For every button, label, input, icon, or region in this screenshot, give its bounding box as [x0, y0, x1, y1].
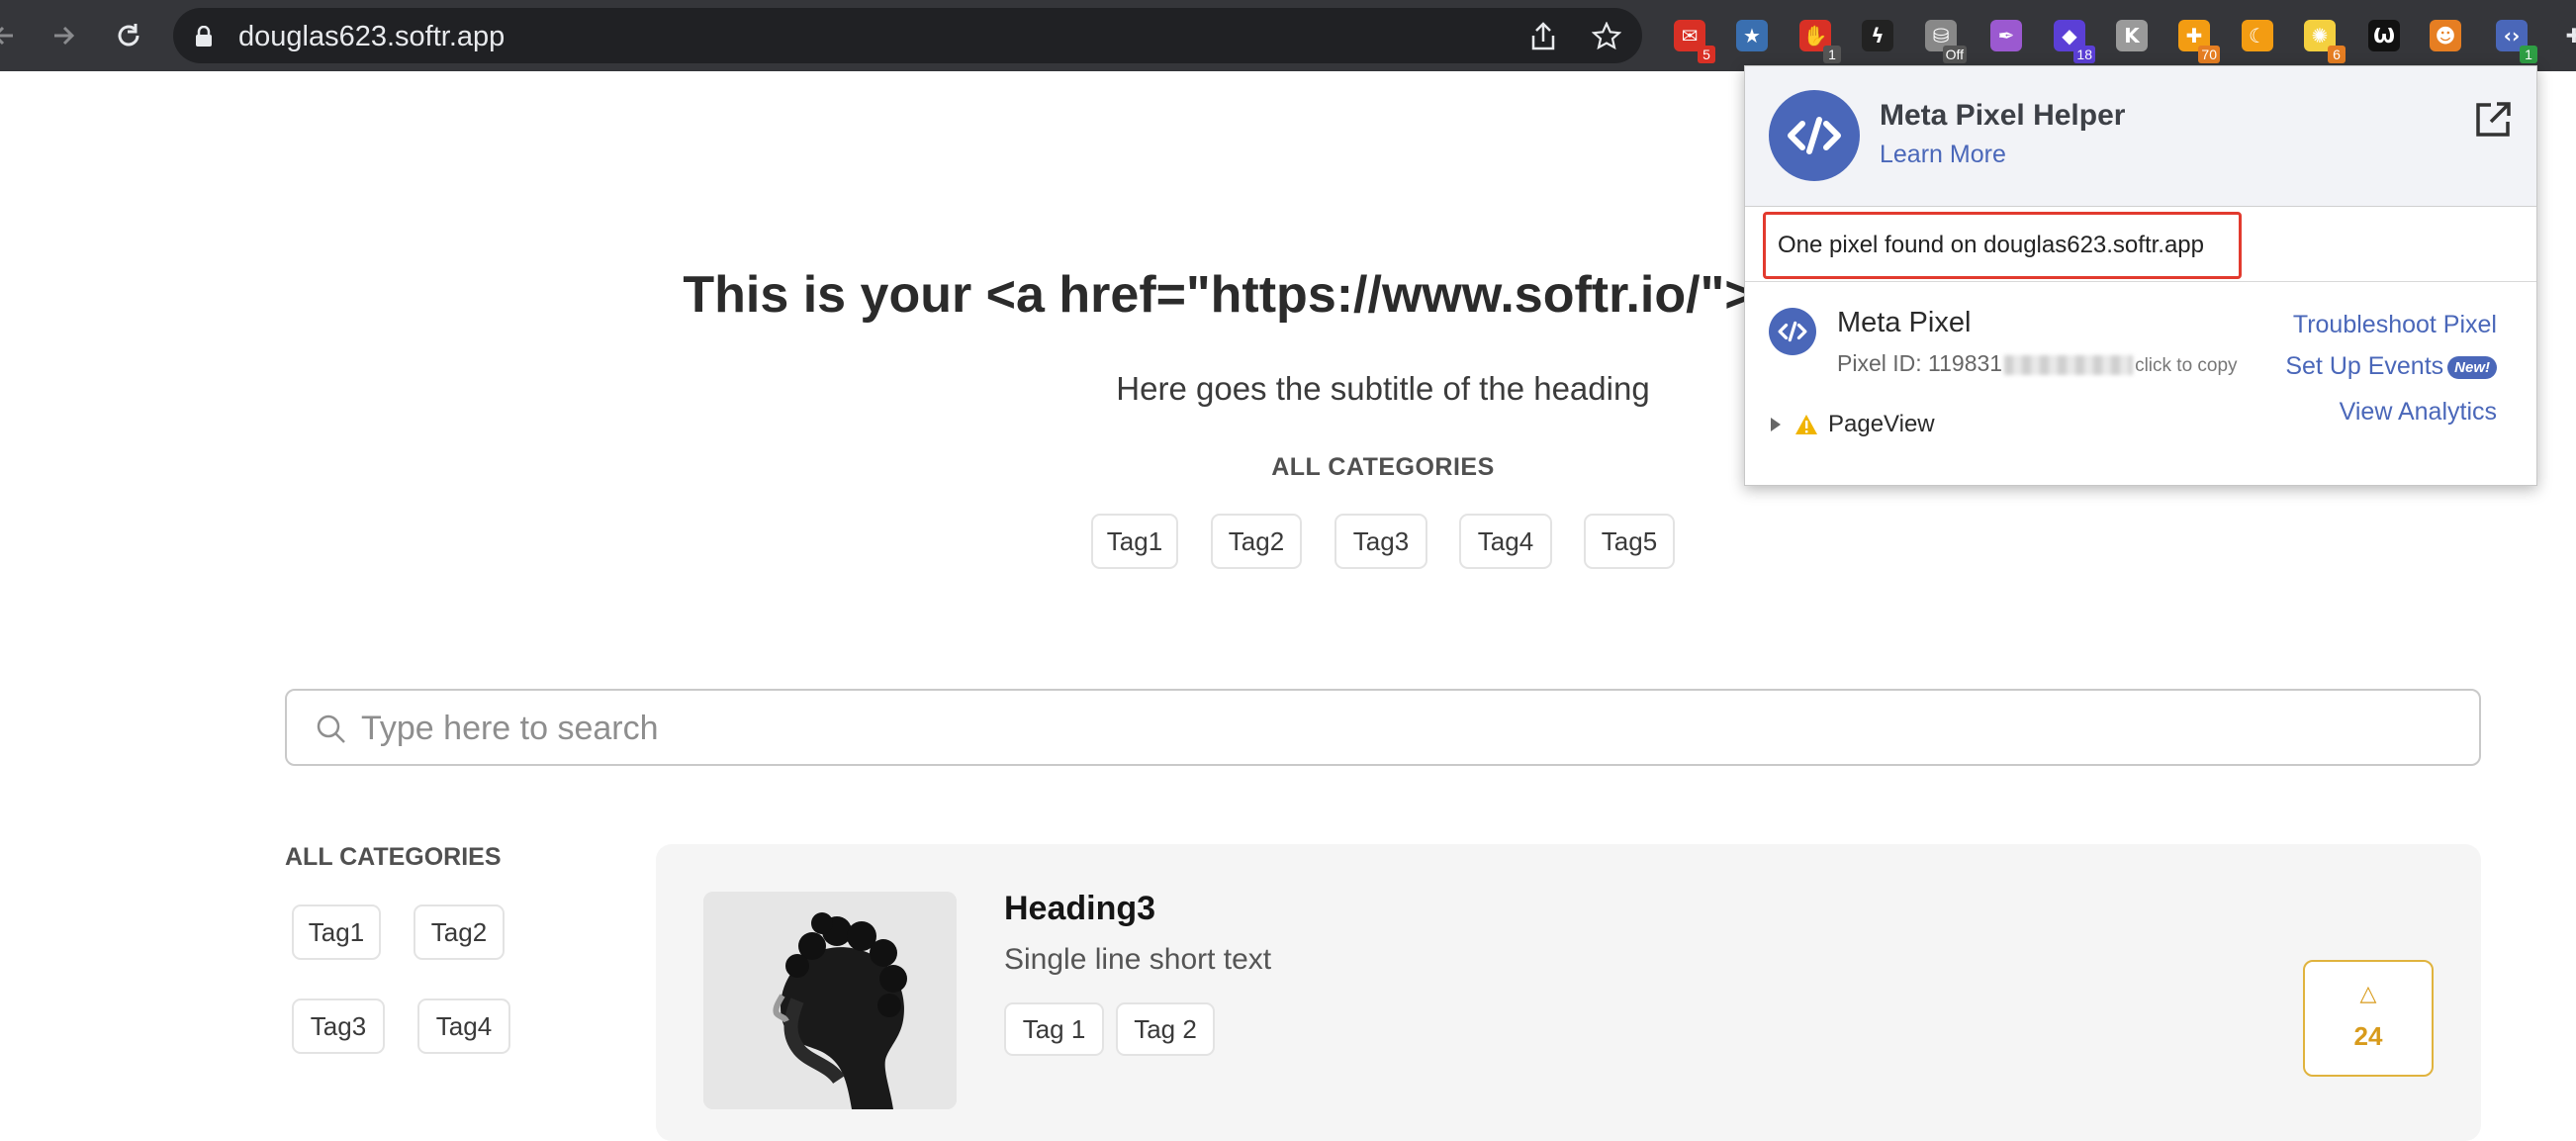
expand-triangle-icon[interactable] [1769, 416, 1783, 433]
warning-icon [1795, 415, 1817, 434]
k-extension-icon[interactable]: K [2112, 16, 2152, 55]
reload-button[interactable] [107, 14, 150, 57]
pixel-found-message: One pixel found on douglas623.softr.app [1763, 212, 2242, 279]
extension-badge: 1 [2520, 46, 2537, 63]
bookmark-star-icon[interactable] [1592, 22, 1621, 51]
top-tag[interactable]: Tag5 [1584, 514, 1675, 569]
search-input[interactable]: Type here to search [285, 689, 2481, 766]
extension-badge: 18 [2073, 46, 2095, 63]
top-tag[interactable]: Tag1 [1091, 514, 1178, 569]
meta-pixel-helper-popup: Meta Pixel Helper Learn More One pixel f… [1744, 65, 2537, 486]
url-text: douglas623.softr.app [238, 21, 506, 52]
pixel-item-icon [1769, 308, 1816, 355]
set-up-events-link[interactable]: Set Up Events New! [2285, 352, 2497, 381]
top-tag[interactable]: Tag4 [1459, 514, 1552, 569]
reload-icon [118, 24, 139, 47]
card-tag[interactable]: Tag 2 [1116, 1002, 1215, 1056]
vote-count: 24 [2353, 1021, 2383, 1051]
bolt-extension-icon[interactable]: ϟ [1858, 16, 1897, 55]
top-tag[interactable]: Tag2 [1211, 514, 1302, 569]
forward-arrow-icon [54, 26, 75, 46]
event-name: PageView [1828, 411, 1935, 437]
quill-extension-glyph: ✒ [1990, 20, 2022, 51]
popup-title: Meta Pixel Helper [1880, 99, 2126, 132]
extensions-puzzle-icon[interactable]: ✚ [2554, 16, 2576, 55]
gmail-extension-icon[interactable]: ✉ 5 [1670, 16, 1715, 63]
upvote-arrow-icon: △ [2359, 982, 2377, 1006]
extension-badge: 70 [2198, 46, 2220, 63]
sidebar-tag[interactable]: Tag2 [414, 904, 505, 960]
lock-icon [196, 26, 212, 47]
back-button[interactable] [0, 14, 26, 57]
meta-pixel-logo-icon [1769, 90, 1860, 181]
view-analytics-link[interactable]: View Analytics [2340, 398, 2497, 427]
wolf-extension-glyph: Ѡ [2368, 20, 2400, 51]
sidebar-categories-label: ALL CATEGORIES [285, 843, 502, 871]
shield-extension-icon[interactable]: ◆ 18 [2050, 16, 2095, 63]
sidebar-tag[interactable]: Tag4 [417, 998, 510, 1054]
learn-more-link[interactable]: Learn More [1880, 141, 2006, 169]
search-icon [317, 714, 345, 743]
puzzle-extension-icon[interactable]: ✚ 70 [2174, 16, 2220, 63]
sidebar-tag[interactable]: Tag3 [292, 998, 385, 1054]
profile-photo [703, 892, 957, 1109]
k-extension-glyph: K [2116, 20, 2148, 51]
address-bar[interactable]: douglas623.softr.app [173, 8, 1642, 63]
sidebar-tag[interactable]: Tag1 [292, 904, 381, 960]
search-placeholder: Type here to search [361, 710, 659, 747]
moon-extension-icon[interactable]: ☾ [2238, 16, 2277, 55]
pixel-name: Meta Pixel [1837, 307, 1972, 338]
extension-badge: 6 [2328, 46, 2346, 63]
lightbulb-extension-icon[interactable]: ✺ 6 [2300, 16, 2346, 63]
open-external-icon[interactable] [2473, 100, 2513, 144]
forward-button[interactable] [42, 14, 85, 57]
list-item-card[interactable]: Heading3 Single line short text Tag 1 Ta… [656, 844, 2481, 1141]
robot-extension-glyph: ☻ [2430, 20, 2461, 51]
troubleshoot-pixel-link[interactable]: Troubleshoot Pixel [2293, 311, 2497, 339]
pageview-event-row[interactable]: PageView [1769, 411, 1935, 438]
share-icon[interactable] [1528, 22, 1558, 51]
extension-badge: 5 [1698, 46, 1715, 63]
star-bookmark-extension-glyph: ★ [1736, 20, 1768, 51]
back-arrow-icon [0, 26, 13, 46]
bolt-extension-glyph: ϟ [1862, 20, 1893, 51]
pixel-id[interactable]: Pixel ID: 119831 click to copy [1837, 350, 2238, 377]
moon-extension-glyph: ☾ [2242, 20, 2273, 51]
top-tag[interactable]: Tag3 [1334, 514, 1427, 569]
adblock-extension-icon[interactable]: ✋ 1 [1795, 16, 1841, 63]
blurred-id [2004, 354, 2134, 375]
upvote-button[interactable]: △ 24 [2303, 960, 2434, 1077]
new-badge: New! [2447, 355, 2497, 379]
database-extension-icon[interactable]: ⛁ Off [1921, 16, 1967, 63]
star-bookmark-extension-icon[interactable]: ★ [1732, 16, 1772, 55]
extension-badge: 1 [1823, 46, 1841, 63]
quill-extension-icon[interactable]: ✒ [1986, 16, 2026, 55]
card-text: Single line short text [1004, 943, 1272, 976]
meta-pixel-extension-icon[interactable]: ‹› 1 [2492, 16, 2537, 63]
browser-toolbar: douglas623.softr.app ✉ 5 ★ ✋ 1 ϟ ⛁ Off ✒ ◆ 18 K ✚ 70 ☾… [0, 0, 2576, 71]
copy-hint: click to copy [2135, 355, 2238, 376]
card-heading: Heading3 [1004, 890, 1156, 927]
robot-extension-icon[interactable]: ☻ [2426, 16, 2465, 55]
popup-header: Meta Pixel Helper Learn More [1745, 66, 2536, 207]
wolf-extension-icon[interactable]: Ѡ [2364, 16, 2404, 55]
extension-badge: Off [1942, 46, 1967, 63]
card-tag[interactable]: Tag 1 [1004, 1002, 1104, 1056]
